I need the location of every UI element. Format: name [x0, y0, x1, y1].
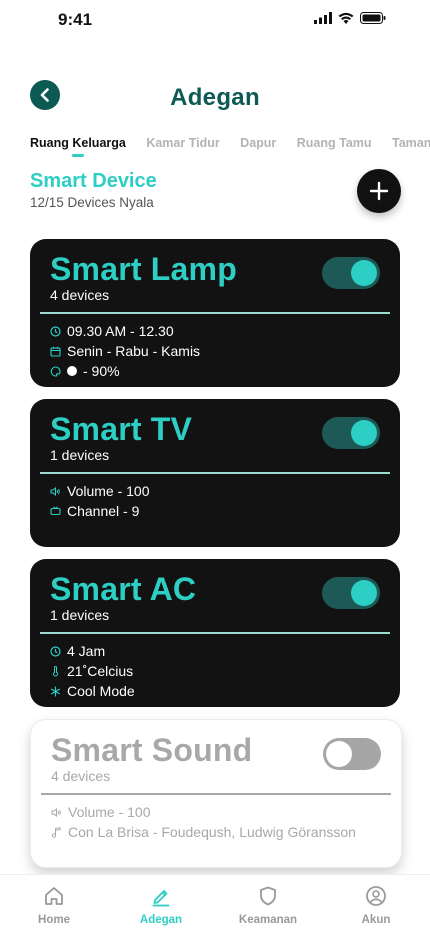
- tv-icon: [50, 505, 61, 517]
- device-name: Smart Lamp: [50, 251, 237, 287]
- device-count: 4 devices: [50, 287, 110, 303]
- plus-icon: [369, 181, 389, 201]
- device-card-smart-lamp[interactable]: Smart Lamp 4 devices 09.30 AM - 12.30 Se…: [30, 239, 400, 387]
- wifi-icon: [338, 12, 354, 24]
- detail-row: Volume - 100: [50, 481, 150, 501]
- device-count: 1 devices: [50, 607, 110, 623]
- bottom-navigation: Home Adegan Keamanan Akun: [0, 874, 430, 933]
- detail-row: 4 Jam: [50, 641, 135, 661]
- user-icon: [366, 886, 386, 906]
- cellular-signal-icon: [314, 12, 332, 24]
- detail-row: Volume - 100: [51, 802, 356, 822]
- clock-icon: [50, 645, 61, 657]
- add-device-button[interactable]: [357, 169, 401, 213]
- timer-value: 4 Jam: [67, 643, 106, 659]
- edit-icon: [152, 890, 170, 907]
- volume-icon: [50, 486, 61, 497]
- device-count: 4 devices: [51, 768, 111, 784]
- detail-row: Senin - Rabu - Kamis: [50, 341, 200, 361]
- section-title: Smart Device: [30, 170, 157, 192]
- section-subtitle: 12/15 Devices Nyala: [30, 195, 154, 210]
- detail-row: Cool Mode: [50, 681, 135, 701]
- device-name: Smart TV: [50, 411, 193, 447]
- device-name: Smart AC: [50, 571, 197, 607]
- thermometer-icon: [50, 665, 61, 677]
- power-toggle[interactable]: [323, 738, 381, 770]
- detail-row: 09.30 AM - 12.30: [50, 321, 200, 341]
- toggle-knob: [351, 420, 377, 446]
- power-toggle[interactable]: [322, 417, 380, 449]
- toggle-knob: [351, 580, 377, 606]
- tab-ruang-tamu[interactable]: Ruang Tamu: [297, 136, 372, 150]
- temperature-value: 21˚Celcius: [67, 663, 134, 679]
- palette-icon: [50, 365, 61, 377]
- detail-row: 21˚Celcius: [50, 661, 135, 681]
- toggle-knob: [351, 260, 377, 286]
- volume-value: Volume - 100: [68, 804, 151, 820]
- power-toggle[interactable]: [322, 257, 380, 289]
- detail-row: Channel - 9: [50, 501, 150, 521]
- status-time: 9:41: [58, 10, 93, 29]
- nav-akun[interactable]: Akun: [336, 885, 416, 926]
- divider: [40, 472, 390, 474]
- mode-value: Cool Mode: [67, 683, 135, 699]
- volume-value: Volume - 100: [67, 483, 150, 499]
- music-note-icon: [51, 826, 62, 838]
- header: Adegan: [0, 78, 430, 118]
- room-tabs: Ruang Keluarga Kamar Tidur Dapur Ruang T…: [30, 134, 430, 158]
- device-count: 1 devices: [50, 447, 110, 463]
- device-card-smart-tv[interactable]: Smart TV 1 devices Volume - 100 Channel …: [30, 399, 400, 547]
- home-icon: [45, 887, 63, 905]
- nav-label: Keamanan: [238, 914, 298, 926]
- tab-dapur[interactable]: Dapur: [240, 136, 276, 150]
- power-toggle[interactable]: [322, 577, 380, 609]
- tab-taman[interactable]: Taman: [392, 136, 430, 150]
- divider: [40, 632, 390, 634]
- channel-value: Channel - 9: [67, 503, 140, 519]
- brightness-level: - 90%: [83, 363, 120, 379]
- page-title: Adegan: [170, 84, 260, 111]
- battery-icon: [360, 12, 386, 24]
- snowflake-icon: [50, 686, 61, 697]
- status-icons: [314, 12, 386, 24]
- divider: [41, 793, 391, 795]
- nav-home[interactable]: Home: [14, 885, 94, 926]
- nav-label: Akun: [361, 914, 391, 926]
- color-swatch: [67, 366, 77, 376]
- clock-icon: [50, 325, 61, 337]
- nav-adegan[interactable]: Adegan: [121, 885, 201, 926]
- device-card-smart-ac[interactable]: Smart AC 1 devices 4 Jam 21˚Celcius Cool…: [30, 559, 400, 707]
- toggle-knob: [326, 741, 352, 767]
- nav-keamanan[interactable]: Keamanan: [228, 885, 308, 926]
- device-card-smart-sound[interactable]: Smart Sound 4 devices Volume - 100 Con L…: [30, 719, 402, 868]
- nav-label: Home: [38, 914, 70, 926]
- schedule-days: Senin - Rabu - Kamis: [67, 343, 201, 359]
- divider: [40, 312, 390, 314]
- schedule-time: 09.30 AM - 12.30: [67, 323, 174, 339]
- tab-kamar-tidur[interactable]: Kamar Tidur: [146, 136, 219, 150]
- status-bar: 9:41: [0, 0, 430, 40]
- now-playing: Con La Brisa - Foudeqush, Ludwig Göranss…: [68, 824, 356, 840]
- calendar-icon: [50, 346, 61, 357]
- shield-icon: [260, 886, 276, 906]
- detail-row: Con La Brisa - Foudeqush, Ludwig Göranss…: [51, 822, 356, 842]
- nav-label: Adegan: [139, 914, 183, 926]
- device-name: Smart Sound: [51, 732, 253, 768]
- volume-icon: [51, 807, 62, 818]
- detail-row: - 90%: [50, 361, 200, 381]
- tab-ruang-keluarga[interactable]: Ruang Keluarga: [30, 136, 126, 157]
